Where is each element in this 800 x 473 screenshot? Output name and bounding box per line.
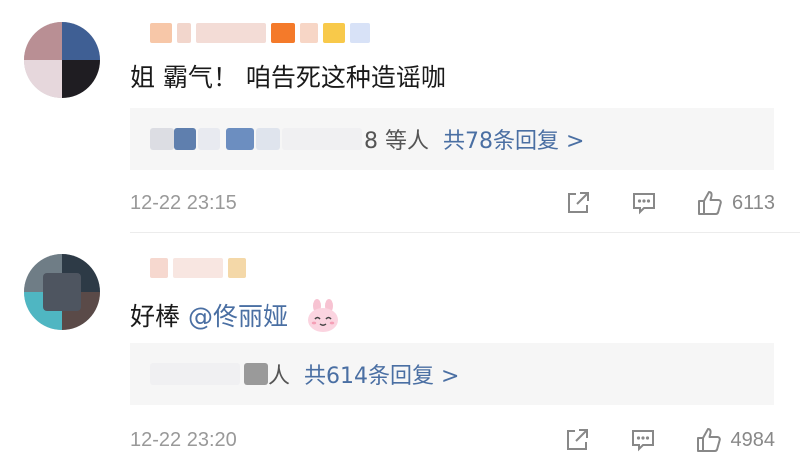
- thumbs-up-icon[interactable]: [695, 426, 723, 454]
- avatar[interactable]: [24, 254, 100, 330]
- comment-icon[interactable]: [629, 426, 657, 454]
- reply-preview-users: 8 等人: [364, 129, 429, 154]
- comment-item: 好棒 @佟丽娅 人 共614条回复 > 12-22 23:20 4984: [0, 237, 800, 473]
- like-count: 6113: [731, 191, 775, 214]
- comment-icon[interactable]: [630, 189, 658, 217]
- bunny-face-emoji: [306, 299, 340, 343]
- blurred-username: [150, 363, 240, 385]
- blurred-username: [244, 363, 268, 385]
- comment-item: 姐 霸气！ 咱告死这种造谣咖 8 等人 共78条回复 > 12-22 23:15: [0, 0, 800, 232]
- timestamp: 12-22 23:20: [130, 429, 237, 451]
- blurred-username: [150, 128, 174, 150]
- reply-preview[interactable]: 人 共614条回复 >: [130, 343, 774, 405]
- like-count: 4984: [730, 428, 776, 451]
- reply-preview[interactable]: 8 等人 共78条回复 >: [130, 108, 774, 170]
- view-replies-link[interactable]: 共614条回复 >: [304, 358, 459, 390]
- blurred-username: [282, 128, 362, 150]
- username-obscured[interactable]: [150, 20, 370, 46]
- view-replies-link[interactable]: 共78条回复 >: [443, 123, 584, 155]
- blurred-username: [226, 128, 254, 150]
- comment-text: 好棒 @佟丽娅: [130, 299, 340, 343]
- blurred-username: [198, 128, 220, 150]
- avatar[interactable]: [24, 22, 100, 98]
- thumbs-up-icon[interactable]: [696, 189, 724, 217]
- share-icon[interactable]: [564, 189, 592, 217]
- blurred-username: [174, 128, 196, 150]
- divider: [130, 232, 800, 233]
- timestamp: 12-22 23:15: [130, 192, 237, 214]
- comment-text: 姐 霸气！ 咱告死这种造谣咖: [130, 63, 446, 92]
- share-icon[interactable]: [563, 426, 591, 454]
- username-obscured[interactable]: [150, 255, 246, 281]
- blurred-username: [256, 128, 280, 150]
- comment-footer: 12-22 23:15 6113: [130, 188, 775, 218]
- reply-preview-users: 人: [268, 364, 291, 389]
- mention-link[interactable]: @佟丽娅: [188, 302, 288, 331]
- comment-footer: 12-22 23:20 4984: [130, 425, 775, 455]
